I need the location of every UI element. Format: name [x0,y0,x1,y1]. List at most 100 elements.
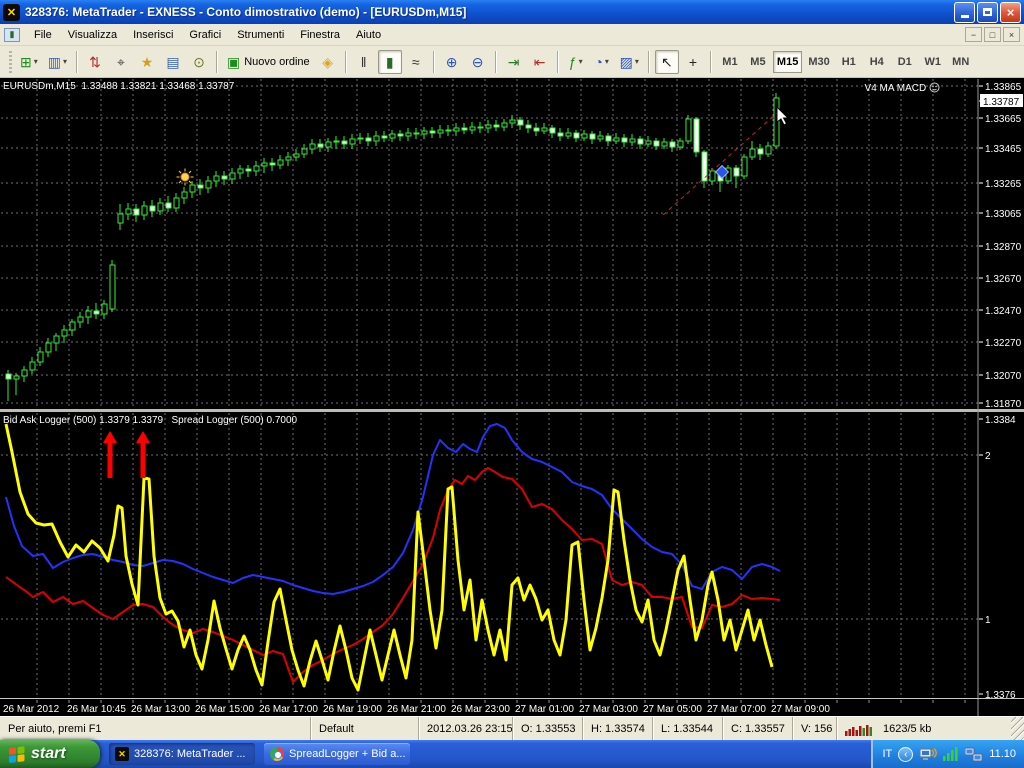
minimize-button[interactable] [954,1,975,23]
candle-body [757,148,764,155]
new-order-button[interactable]: ▣ Nuovo ordine [223,50,314,74]
indicator-scale-label: 1 [985,615,991,626]
market-watch-icon: ⇅ [89,53,101,70]
start-button[interactable]: start [0,740,100,768]
menu-item-grafici[interactable]: Grafici [181,26,229,44]
timeframe-m15[interactable]: M15 [772,50,803,73]
terminal-button[interactable]: ▤ [161,50,185,74]
task-button-spreadlogger[interactable]: SpreadLogger + Bid a... [264,743,410,765]
toolbar-separator [432,50,435,73]
candle-body [285,156,292,161]
mdi-restore-button[interactable]: □ [984,27,1001,42]
language-indicator[interactable]: IT [883,748,893,760]
task-label-spreadlogger: SpreadLogger + Bid a... [289,748,406,760]
mdi-close-button[interactable]: × [1003,27,1020,42]
timeframe-m5[interactable]: M5 [745,51,771,73]
timeframe-m30[interactable]: M30 [804,51,833,73]
timeframe-h4[interactable]: H4 [864,51,890,73]
candle-body [357,137,364,140]
lan-connection-icon[interactable] [965,747,983,762]
status-low: L: 1.33544 [652,717,722,740]
candle-body [445,129,452,132]
toolbar-separator [709,50,712,73]
candle-body [765,145,772,155]
time-label: 27 Mar 01:00 [515,704,574,715]
navigator-button[interactable]: ★ [135,50,159,74]
chart-profiles-button[interactable]: ▥ ▾ [44,50,71,74]
resize-grip[interactable] [1011,717,1024,740]
candle-body [229,172,236,180]
cursor-button[interactable]: ↖ [654,49,679,74]
signal-strength-icon[interactable] [943,747,959,761]
mdi-minimize-button[interactable]: − [965,27,982,42]
chart-shift-button[interactable]: ⇤ [528,50,552,74]
timeframe-mn[interactable]: MN [948,51,974,73]
toolbar-separator [344,50,347,73]
timeframe-d1[interactable]: D1 [892,51,918,73]
zoom-in-button[interactable]: ⊕ [440,50,464,74]
dropdown-caret-icon: ▾ [33,57,38,66]
new-chart-button[interactable]: ⊞ ▾ [16,50,42,74]
metaeditor-icon: ◈ [322,53,334,70]
price-label: 1.32870 [985,242,1022,253]
candle-body [205,180,212,189]
crosshair-button[interactable]: + [681,50,705,74]
templates-button[interactable]: ▨ ▾ [616,50,643,74]
candle-body [373,135,380,142]
time-label: 26 Mar 17:00 [259,704,318,715]
auto-scroll-icon: ⇥ [507,53,520,70]
candle-body [477,126,484,129]
candle-body [629,138,636,143]
menu-item-file[interactable]: File [26,26,60,44]
network-activity-icon[interactable] [919,746,938,762]
periods-button[interactable]: ◔ ▾ [590,50,614,74]
menubar: ▮ File Visualizza Inserisci Grafici Strument… [0,24,1024,46]
data-window-button[interactable]: ⌖ [109,50,133,74]
candle-body [389,133,396,139]
bar-chart-mode-button[interactable]: ‖ [352,50,376,74]
indicators-button[interactable]: ƒ ▾ [564,50,588,74]
restore-button[interactable] [977,1,998,23]
timeframe-w1[interactable]: W1 [920,51,946,73]
candle-body [277,159,284,166]
strategy-tester-button[interactable]: ⊙ [187,50,211,74]
timeframe-h1[interactable]: H1 [836,51,862,73]
data-window-icon: ⌖ [117,53,125,70]
menu-item-strumenti[interactable]: Strumenti [229,26,292,44]
candle-body [381,135,388,139]
candle-body [749,148,756,158]
zoom-out-button[interactable]: ⊖ [466,50,490,74]
candle-body [365,137,372,142]
chart-svg[interactable]: 1.33865 1.33787 1.33665 1.33465 1.33265 1.330… [0,78,1024,716]
candle-body [549,127,556,134]
candle-body [645,140,652,145]
candle-body [517,119,524,126]
candle-body [589,133,596,140]
toolbar-separator [494,50,497,73]
task-label-metatrader: 328376: MetaTrader ... [134,748,246,760]
close-button[interactable]: × [1000,1,1021,23]
zoom-out-icon: ⊖ [471,53,484,70]
hide-icons-button[interactable]: ‹ [898,746,914,762]
task-button-metatrader[interactable]: ✕ 328376: MetaTrader ... [109,743,255,765]
indicator-scale-label: 2 [985,451,991,462]
candlestick-mode-button[interactable]: ▮ [377,49,402,74]
bar-chart-mode-icon: ‖ [360,53,367,70]
timeframe-m1[interactable]: M1 [717,51,743,73]
candle-body [469,126,476,131]
menu-item-visualizza[interactable]: Visualizza [60,26,125,44]
auto-scroll-button[interactable]: ⇥ [502,50,526,74]
market-watch-button[interactable]: ⇅ [83,50,107,74]
candle-body [693,118,700,153]
status-profile[interactable]: Default [310,717,418,740]
line-chart-mode-button[interactable]: ≈ [404,50,428,74]
candle-body [181,191,188,199]
candle-body [437,129,444,134]
candle-body [117,213,124,224]
menu-item-aiuto[interactable]: Aiuto [348,26,389,44]
menu-item-inserisci[interactable]: Inserisci [125,26,181,44]
menu-item-finestra[interactable]: Finestra [292,26,348,44]
candle-body [405,132,412,137]
candle-body [221,175,228,180]
metaeditor-button[interactable]: ◈ [316,50,340,74]
